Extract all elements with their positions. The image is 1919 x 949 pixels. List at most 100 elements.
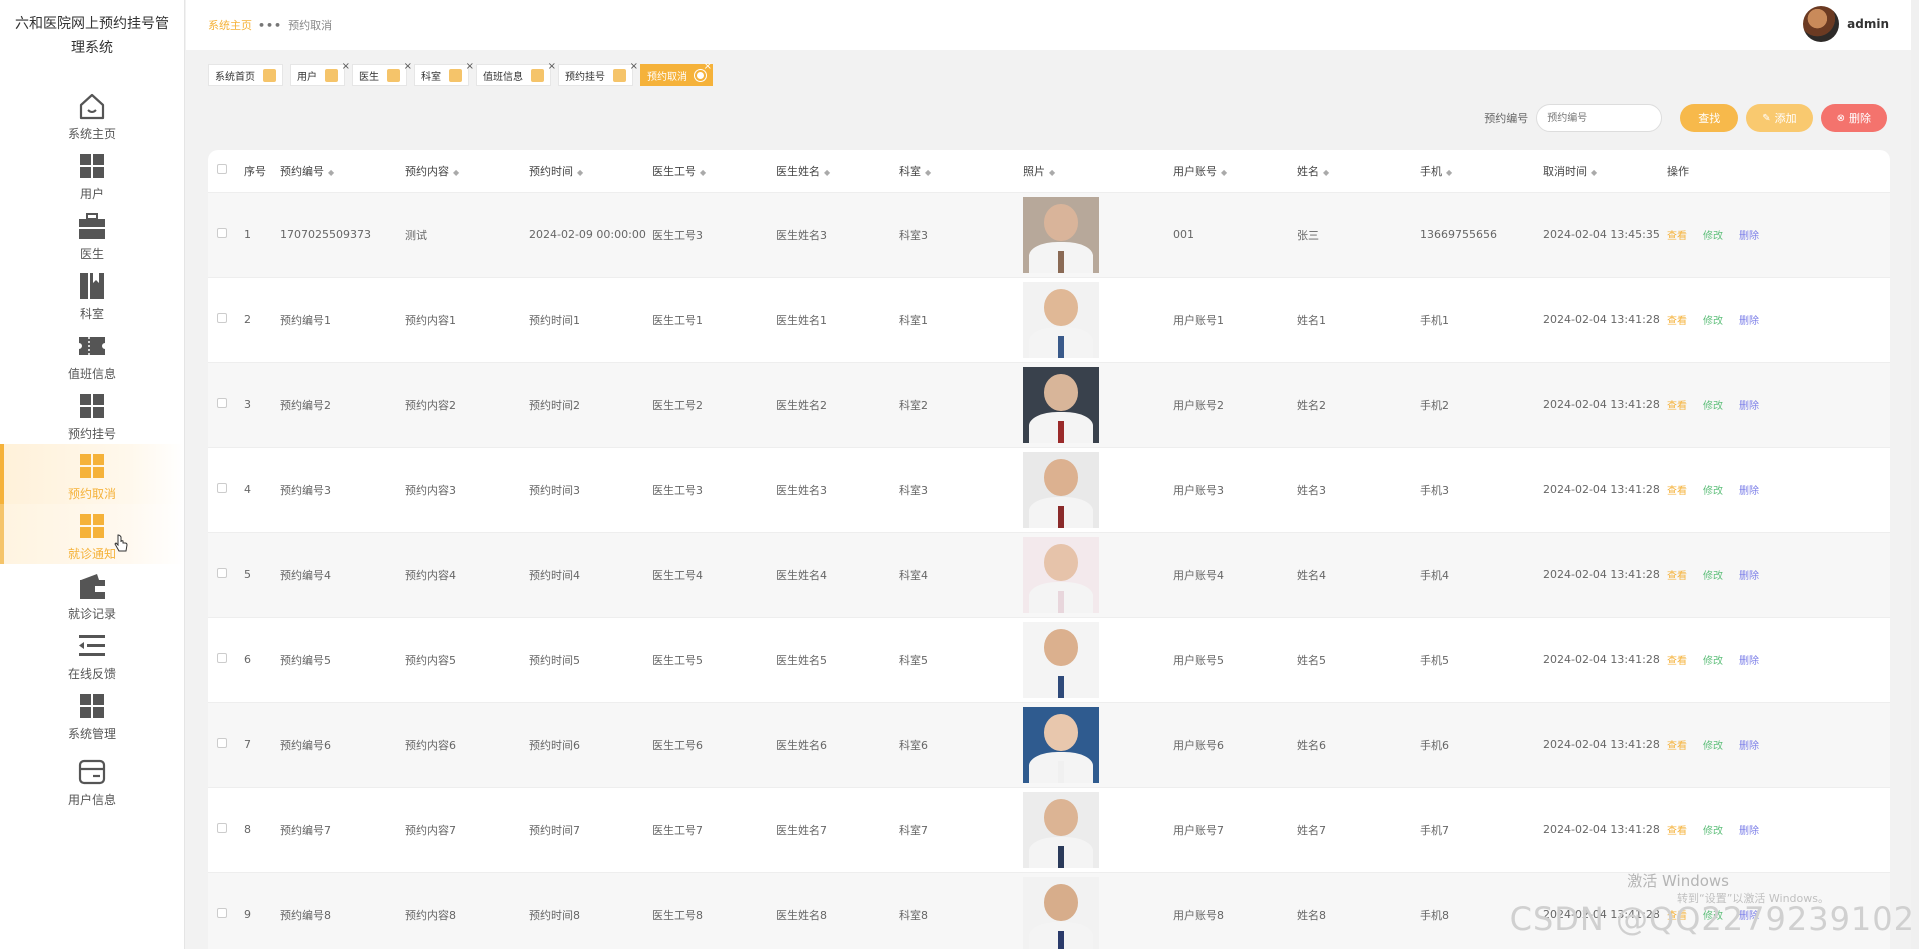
- user-menu[interactable]: admin: [1803, 6, 1889, 42]
- row-checkbox[interactable]: [217, 313, 227, 323]
- doctor-photo[interactable]: [1023, 536, 1099, 613]
- table-row[interactable]: 1 1707025509373 测试 2024-02-09 00:00:00 医生工号3…: [208, 191, 1890, 277]
- edit-link[interactable]: 修改: [1703, 571, 1723, 582]
- row-checkbox[interactable]: [217, 738, 227, 748]
- close-icon[interactable]: ×: [466, 61, 474, 72]
- sidebar-item-system[interactable]: 系统管理: [0, 684, 184, 744]
- view-link[interactable]: 查看: [1667, 401, 1687, 412]
- header-time[interactable]: 预约时间 ◆: [529, 150, 652, 192]
- tab-home[interactable]: 系统首页: [208, 64, 283, 86]
- select-all-checkbox[interactable]: [217, 164, 227, 175]
- row-checkbox[interactable]: [217, 568, 227, 578]
- edit-link[interactable]: 修改: [1703, 486, 1723, 497]
- sidebar-item-appointment[interactable]: 预约挂号: [0, 384, 184, 444]
- edit-link[interactable]: 修改: [1703, 656, 1723, 667]
- sort-icon[interactable]: ◆: [328, 168, 334, 177]
- delete-link[interactable]: 删除: [1739, 231, 1759, 242]
- row-checkbox[interactable]: [217, 823, 227, 833]
- sort-icon[interactable]: ◆: [1323, 168, 1329, 177]
- delete-link[interactable]: 删除: [1739, 486, 1759, 497]
- close-icon[interactable]: ×: [630, 61, 638, 72]
- edit-link[interactable]: 修改: [1703, 231, 1723, 242]
- sidebar-item-duty[interactable]: 值班信息: [0, 324, 184, 384]
- header-appointment-no[interactable]: 预约编号 ◆: [280, 150, 405, 192]
- delete-link[interactable]: 删除: [1739, 316, 1759, 327]
- view-link[interactable]: 查看: [1667, 826, 1687, 837]
- tab-departments[interactable]: 科室 ×: [414, 61, 474, 86]
- doctor-photo[interactable]: [1023, 876, 1099, 949]
- row-checkbox[interactable]: [217, 653, 227, 663]
- view-link[interactable]: 查看: [1667, 656, 1687, 667]
- row-checkbox[interactable]: [217, 908, 227, 919]
- sidebar-item-users[interactable]: 用户: [0, 144, 184, 204]
- sidebar-item-doctors[interactable]: 医生: [0, 204, 184, 264]
- row-checkbox[interactable]: [217, 483, 227, 493]
- header-doctor-no[interactable]: 医生工号 ◆: [652, 150, 776, 192]
- tab-duty[interactable]: 值班信息 ×: [476, 61, 556, 86]
- edit-link[interactable]: 修改: [1703, 741, 1723, 752]
- sidebar-item-userinfo[interactable]: 用户信息: [0, 744, 184, 810]
- view-link[interactable]: 查看: [1667, 316, 1687, 327]
- view-link[interactable]: 查看: [1667, 231, 1687, 242]
- delete-link[interactable]: 删除: [1739, 571, 1759, 582]
- tab-doctors[interactable]: 医生 ×: [352, 61, 412, 86]
- close-icon[interactable]: ×: [404, 61, 412, 72]
- doctor-photo[interactable]: [1023, 451, 1099, 528]
- sort-icon[interactable]: ◆: [1221, 168, 1227, 177]
- table-row[interactable]: 7 预约编号6 预约内容6 预约时间6 医生工号6 医生姓名6 科室6 用户账号6 姓名6 手机6…: [208, 701, 1890, 787]
- delete-link[interactable]: 删除: [1739, 741, 1759, 752]
- sidebar-item-notice[interactable]: 就诊通知: [0, 504, 184, 564]
- doctor-photo[interactable]: [1023, 791, 1099, 868]
- header-account[interactable]: 用户账号 ◆: [1173, 150, 1297, 192]
- sort-icon[interactable]: ◆: [1049, 168, 1055, 177]
- sort-icon[interactable]: ◆: [577, 168, 583, 177]
- tab-cancel[interactable]: 预约取消 ×: [640, 61, 713, 86]
- sidebar-item-cancel[interactable]: 预约取消: [0, 444, 184, 504]
- sort-icon[interactable]: ◆: [1446, 168, 1452, 177]
- table-row[interactable]: 8 预约编号7 预约内容7 预约时间7 医生工号7 医生姓名7 科室7 用户账号7 姓名7 手机7…: [208, 786, 1890, 872]
- sort-icon[interactable]: ◆: [1591, 168, 1597, 177]
- view-link[interactable]: 查看: [1667, 486, 1687, 497]
- search-input[interactable]: [1536, 104, 1663, 132]
- sort-icon[interactable]: ◆: [824, 168, 830, 177]
- page-scrollbar[interactable]: [1911, 0, 1919, 949]
- sort-icon[interactable]: ◆: [453, 168, 459, 177]
- table-row[interactable]: 2 预约编号1 预约内容1 预约时间1 医生工号1 医生姓名1 科室1 用户账号1 姓名1 手机1…: [208, 276, 1890, 362]
- delete-link[interactable]: 删除: [1739, 401, 1759, 412]
- sidebar-item-departments[interactable]: 科室: [0, 264, 184, 324]
- sort-icon[interactable]: ◆: [925, 168, 931, 177]
- search-button[interactable]: 查找: [1680, 104, 1739, 132]
- view-link[interactable]: 查看: [1667, 571, 1687, 582]
- header-department[interactable]: 科室 ◆: [899, 150, 1023, 192]
- breadcrumb-home[interactable]: 系统主页: [208, 17, 252, 33]
- doctor-photo[interactable]: [1023, 706, 1099, 783]
- close-icon[interactable]: ×: [342, 61, 350, 72]
- delete-link[interactable]: 删除: [1739, 656, 1759, 667]
- user-name[interactable]: admin: [1847, 17, 1889, 31]
- doctor-photo[interactable]: [1023, 281, 1099, 358]
- edit-link[interactable]: 修改: [1703, 826, 1723, 837]
- header-photo[interactable]: 照片 ◆: [1023, 150, 1173, 192]
- table-row[interactable]: 4 预约编号3 预约内容3 预约时间3 医生工号3 医生姓名3 科室3 用户账号3 姓名3 手机3…: [208, 446, 1890, 532]
- close-icon[interactable]: ×: [548, 61, 556, 72]
- header-doctor-name[interactable]: 医生姓名 ◆: [776, 150, 899, 192]
- table-row[interactable]: 3 预约编号2 预约内容2 预约时间2 医生工号2 医生姓名2 科室2 用户账号2 姓名2 手机2…: [208, 361, 1890, 447]
- edit-link[interactable]: 修改: [1703, 401, 1723, 412]
- doctor-photo[interactable]: [1023, 366, 1099, 443]
- sidebar-item-home[interactable]: 系统主页: [0, 84, 184, 144]
- view-link[interactable]: 查看: [1667, 741, 1687, 752]
- tab-users[interactable]: 用户 ×: [290, 61, 350, 86]
- row-checkbox[interactable]: [217, 398, 227, 408]
- tab-appointment[interactable]: 预约挂号 ×: [558, 61, 638, 86]
- avatar[interactable]: [1803, 6, 1840, 42]
- add-button[interactable]: ✎ 添加: [1746, 104, 1813, 132]
- doctor-photo[interactable]: [1023, 196, 1099, 273]
- table-row[interactable]: 6 预约编号5 预约内容5 预约时间5 医生工号5 医生姓名5 科室5 用户账号5 姓名5 手机5…: [208, 616, 1890, 702]
- row-checkbox[interactable]: [217, 228, 227, 238]
- sidebar-item-feedback[interactable]: 在线反馈: [0, 624, 184, 684]
- delete-link[interactable]: 删除: [1739, 826, 1759, 837]
- table-row[interactable]: 5 预约编号4 预约内容4 预约时间4 医生工号4 医生姓名4 科室4 用户账号4 姓名4 手机4…: [208, 531, 1890, 617]
- edit-link[interactable]: 修改: [1703, 316, 1723, 327]
- header-cancel-time[interactable]: 取消时间 ◆: [1543, 150, 1667, 192]
- doctor-photo[interactable]: [1023, 621, 1099, 698]
